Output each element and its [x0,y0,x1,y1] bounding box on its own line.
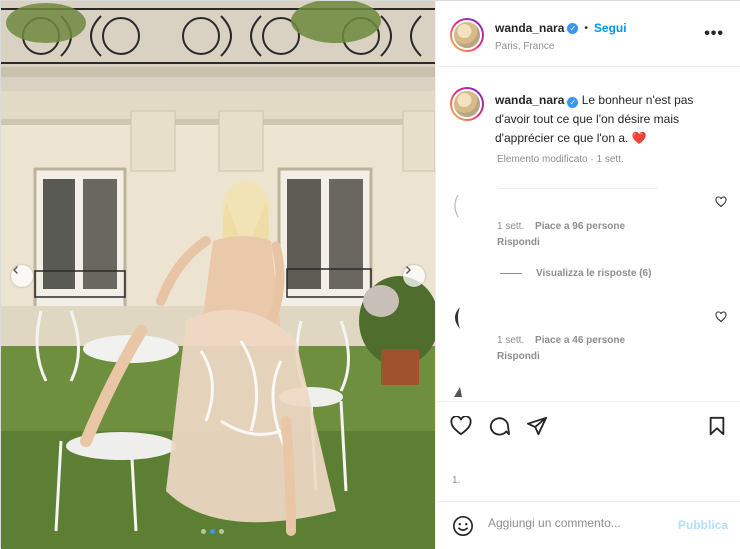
view-replies-button[interactable]: Visualizza le risposte (6) [500,268,651,279]
comment-like-heart-icon[interactable] [715,311,727,323]
post-username[interactable]: wanda_nara [495,21,564,35]
reply-button[interactable]: Rispondi [497,351,540,362]
previous-slide-button[interactable] [11,265,33,287]
chevron-left-icon [13,266,18,274]
comment-meta: 1 sett. Piace a 46 persone [497,335,625,346]
share-paper-plane-icon[interactable] [526,416,548,436]
more-options-button[interactable]: ••• [704,25,724,43]
comment-likes[interactable]: Piace a 46 persone [535,335,625,346]
photo-illustration [1,1,435,549]
caption-meta: Elemento modificato · 1 sett. [497,154,624,165]
view-replies-label: Visualizza le risposte (6) [536,268,652,279]
comment-avatar-partial-icon[interactable] [450,191,480,221]
publish-button[interactable]: Pubblica [678,518,728,532]
next-slide-button[interactable] [403,265,425,287]
comment-time[interactable]: 1 sett. [497,335,524,346]
post-caption: wanda_nara ✓ Le bonheur n'est pas d'avoir… [495,91,725,148]
header-user-row: wanda_nara ✓ • Segui [495,21,627,35]
red-heart-emoji-icon: ❤️ [631,131,647,145]
comment-like-heart-icon[interactable] [715,196,727,208]
post-location[interactable]: Paris, France [495,41,554,52]
comment-time[interactable]: 1 sett. [497,221,524,232]
comment-avatar-partial-icon[interactable] [450,303,480,333]
carousel-dot [219,529,224,534]
carousel-indicator [201,529,224,534]
post-action-bar [436,401,740,449]
post-side-panel: wanda_nara ✓ • Segui Paris, France ••• w… [435,1,740,549]
caption-avatar[interactable] [450,87,484,121]
comment-avatar-partial-icon[interactable] [450,383,470,399]
reply-button[interactable]: Rispondi [497,237,540,248]
post-photo[interactable] [1,1,435,549]
chevron-right-icon [406,266,411,274]
avatar[interactable] [450,18,484,52]
post-dialog: wanda_nara ✓ • Segui Paris, France ••• w… [0,0,740,549]
comment-clip-edge [498,188,658,189]
separator-dot: • [584,22,588,34]
bookmark-save-icon[interactable] [708,416,726,436]
verified-badge-icon: ✓ [567,22,579,34]
comment-meta: 1 sett. Piace a 96 persone [497,221,625,232]
replies-divider-line [500,273,522,274]
add-comment-bar: Pubblica [436,501,740,549]
comment-likes[interactable]: Piace a 96 persone [535,221,625,232]
like-heart-icon[interactable] [450,416,472,436]
verified-badge-icon: ✓ [567,97,579,108]
carousel-dot-active [210,529,215,534]
post-header: wanda_nara ✓ • Segui Paris, France ••• [436,1,740,67]
caption-username[interactable]: wanda_nara [495,93,564,107]
emoji-smiley-icon[interactable] [452,515,474,537]
comment-bubble-icon[interactable] [488,416,510,436]
comment-input[interactable] [488,516,668,530]
follow-button[interactable]: Segui [594,21,627,35]
likes-summary[interactable]: 1. [452,475,460,486]
carousel-dot [201,529,206,534]
